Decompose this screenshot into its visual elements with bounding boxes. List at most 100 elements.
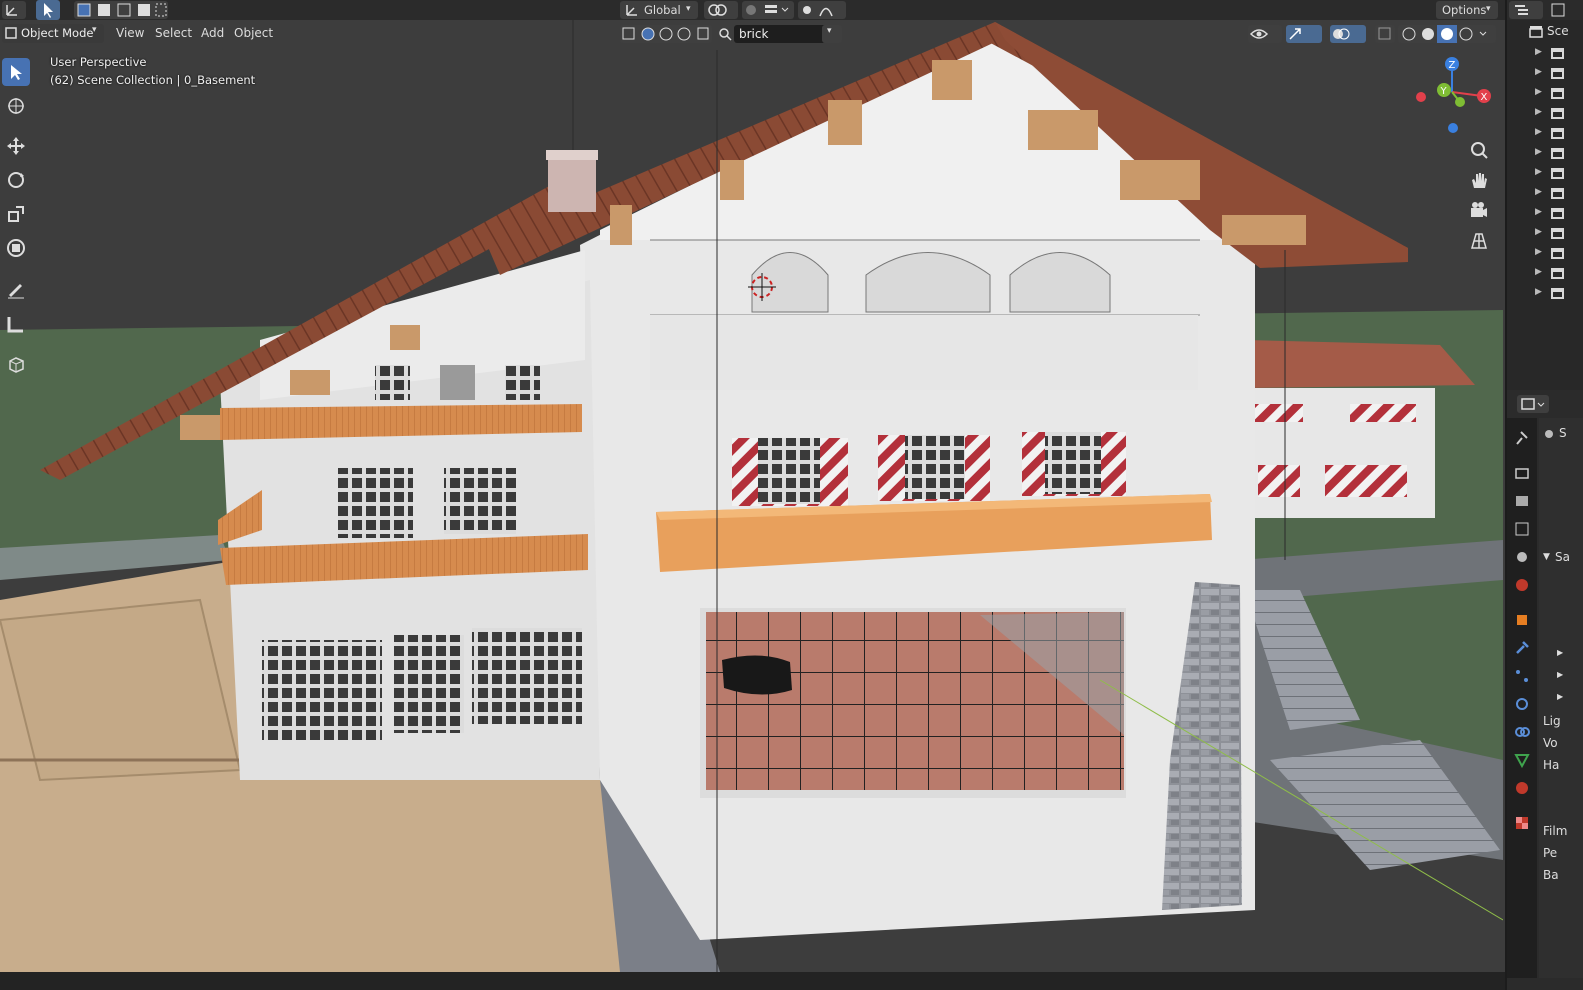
expand-arrow-icon[interactable]: ▶ [1535,207,1542,217]
data-tab[interactable] [1512,750,1532,770]
menu-view[interactable]: View [116,26,144,40]
panel-performance-label[interactable]: Pe [1543,846,1557,860]
outliner-row[interactable]: ▶ [1507,124,1583,144]
outliner-row[interactable]: ▶ [1507,104,1583,124]
expand-arrow-icon[interactable]: ▶ [1535,67,1542,77]
gizmo-toggle[interactable] [1286,25,1322,43]
texture-tab[interactable] [1512,813,1532,833]
collection-icon [1551,108,1564,119]
options-dropdown[interactable]: Options ▾ [1436,1,1498,19]
world-tab[interactable] [1512,575,1532,595]
expand-arrow-icon[interactable]: ▶ [1557,670,1563,679]
sampling-section-label[interactable]: Sa [1555,550,1570,564]
outliner[interactable]: Sce ▶ ▶ ▶ ▶ ▶ ▶ ▶ ▶ ▶ ▶ ▶ ▶ ▶ [1507,20,1583,390]
outliner-row[interactable]: ▶ [1507,164,1583,184]
select-tool-button[interactable] [36,0,60,20]
outliner-row[interactable]: ▶ [1507,64,1583,84]
visibility-dropdown[interactable] [1248,25,1282,43]
proportional-edit-button[interactable] [798,1,846,19]
shading-mode-buttons[interactable] [1398,25,1496,43]
expand-arrow-icon[interactable]: ▶ [1535,247,1542,257]
output-tab[interactable] [1512,491,1532,511]
options-label: Options [1442,3,1487,17]
panel-bake-label[interactable]: Ba [1543,868,1559,882]
properties-editor-type[interactable] [1517,395,1549,413]
outliner-row[interactable]: ▶ [1507,224,1583,244]
cursor-tool[interactable] [2,92,30,120]
scene-tab[interactable] [1512,547,1532,567]
expand-arrow-icon[interactable]: ▶ [1535,47,1542,57]
add-cube-tool[interactable] [2,350,30,378]
collapse-arrow-icon[interactable]: ▼ [1543,552,1550,562]
modifier-tab[interactable] [1512,638,1532,658]
expand-arrow-icon[interactable]: ▶ [1535,187,1542,197]
menu-object[interactable]: Object [234,26,273,40]
search-input[interactable]: brick [734,25,826,43]
expand-arrow-icon[interactable]: ▶ [1535,287,1542,297]
z-axis-label: Z [1449,60,1456,71]
expand-arrow-icon[interactable]: ▶ [1535,107,1542,117]
menu-select[interactable]: Select [155,26,192,40]
overlays-toggle[interactable] [1330,25,1366,43]
ortho-toggle-button[interactable] [1466,228,1492,254]
expand-arrow-icon[interactable]: ▶ [1535,227,1542,237]
constraints-tab[interactable] [1512,722,1532,742]
expand-arrow-icon[interactable]: ▶ [1557,648,1563,657]
status-bar [0,972,1505,990]
navigation-gizmo[interactable]: Z Y X [1404,52,1500,142]
menu-add[interactable]: Add [201,26,224,40]
rotate-tool[interactable] [2,166,30,194]
snap-dropdown[interactable] [742,1,794,19]
collection-filter-buttons[interactable] [620,25,712,43]
camera-view-button[interactable] [1466,198,1492,224]
orientation-dropdown[interactable]: Global ▾ [620,1,698,19]
editor-type-button[interactable] [2,1,26,19]
scene-collection-icon [1529,26,1543,38]
panel-volumes-label[interactable]: Vo [1543,736,1558,750]
material-sphere-icon [1516,782,1528,794]
outliner-row[interactable]: ▶ [1507,44,1583,64]
selection-mode-buttons[interactable] [74,1,168,19]
scene-render[interactable] [0,0,1503,972]
3d-viewport[interactable]: User Perspective (62) Scene Collection |… [0,0,1503,972]
annotate-tool[interactable] [2,276,30,304]
select-box-tool[interactable] [2,58,30,86]
search-options-button[interactable]: ▾ [822,25,842,43]
outliner-row[interactable]: ▶ [1507,244,1583,264]
tool-tab[interactable] [1512,428,1532,448]
printer-icon [1516,496,1528,506]
outliner-row[interactable]: ▶ [1507,204,1583,224]
outliner-row[interactable]: ▶ [1507,84,1583,104]
pivot-point-dropdown[interactable] [704,1,738,19]
expand-arrow-icon[interactable]: ▶ [1535,167,1542,177]
render-tab[interactable] [1512,463,1532,483]
expand-arrow-icon[interactable]: ▶ [1535,127,1542,137]
transform-tool[interactable] [2,234,30,262]
outliner-editor-type[interactable] [1509,1,1543,19]
expand-arrow-icon[interactable]: ▶ [1535,87,1542,97]
scale-tool[interactable] [2,200,30,228]
outliner-row[interactable]: ▶ [1507,264,1583,284]
display-mode-icon[interactable] [1551,3,1565,17]
physics-tab[interactable] [1512,694,1532,714]
viewport-header: Global ▾ Options ▾ [0,0,1505,20]
view-layer-tab[interactable] [1512,519,1532,539]
outliner-row[interactable]: ▶ [1507,184,1583,204]
panel-film-label[interactable]: Film [1543,824,1567,838]
material-tab[interactable] [1512,778,1532,798]
outliner-row[interactable]: ▶ [1507,144,1583,164]
particles-tab[interactable] [1512,666,1532,686]
pan-button[interactable] [1466,168,1492,194]
expand-arrow-icon[interactable]: ▶ [1535,147,1542,157]
xray-toggle[interactable] [1375,25,1395,43]
measure-tool[interactable] [2,310,30,338]
object-tab[interactable] [1512,610,1532,630]
panel-lights-label[interactable]: Lig [1543,714,1561,728]
zoom-button[interactable] [1466,138,1492,164]
move-tool[interactable] [2,132,30,160]
outliner-row[interactable]: ▶ [1507,284,1583,304]
expand-arrow-icon[interactable]: ▶ [1557,692,1563,701]
panel-hair-label[interactable]: Ha [1543,758,1559,772]
mode-dropdown[interactable]: Object Mode ▾ [2,24,104,43]
expand-arrow-icon[interactable]: ▶ [1535,267,1542,277]
